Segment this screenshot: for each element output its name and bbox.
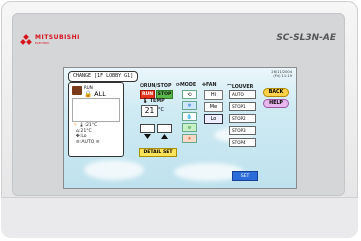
up-arrow-icon [161, 134, 168, 139]
help-button[interactable]: HELP [263, 99, 289, 108]
date-time: 26/11/2004 (Fri) 11:19 [271, 70, 292, 78]
louver-row: ≋:AUTO ≋ [73, 139, 100, 145]
wind-icon: ≋ [187, 124, 192, 131]
all-units-label: 🔒 ALL [84, 90, 106, 98]
down-arrow-icon [144, 134, 151, 139]
mode-heat-button[interactable]: ☀ [182, 134, 197, 143]
temp-down-button[interactable] [140, 124, 155, 139]
auto-mode-icon: ⟲ [187, 91, 192, 98]
room-temp-value: :21°C [78, 128, 92, 134]
louver-value: :AUTO [79, 139, 95, 145]
louver-stop4-button[interactable]: STOP4 [229, 138, 256, 147]
fan-header: ✤FAN [202, 83, 217, 88]
lower-panel [1, 197, 358, 238]
brand-name: MITSUBISHI [35, 34, 80, 41]
brand-logo: MITSUBISHI ELECTRIC [20, 33, 80, 45]
snowflake-icon: ❄ [187, 102, 192, 109]
status-list: ☼ 🌡:21°C ⌂:21°C ✤:Lo ≋:AUTO ≋ [73, 123, 100, 145]
time-text: (Fri) 11:19 [273, 74, 292, 78]
detail-set-button[interactable]: DETAIL SET [139, 148, 177, 157]
mode-cool-button[interactable]: ❄ [182, 101, 197, 110]
louver-stop2-button[interactable]: STOP2 [229, 114, 256, 123]
unit-icon [72, 86, 82, 95]
fan-me-button[interactable]: Me [204, 102, 223, 112]
louver-header: ⌒LOUVER [227, 85, 254, 90]
all-text: ALL [94, 90, 106, 98]
sun-icon: ☼ [73, 123, 78, 128]
fan-value: :Lo [79, 134, 87, 140]
runstop-header: ⏻RUN/STOP [140, 84, 172, 89]
louver-stop1-button[interactable]: STOP1 [229, 102, 256, 111]
mitsubishi-logo-icon [20, 33, 32, 45]
set-temp-value: :21°C [84, 123, 98, 128]
model-number: SC-SL3N-AE [276, 33, 336, 43]
touch-screen: CHANGE [1F LOBBY G1] 26/11/2004 (Fri) 11… [63, 67, 297, 189]
mode-header: ⟳MODE [176, 83, 197, 88]
run-button[interactable]: RUN [140, 90, 155, 99]
back-button[interactable]: BACK [263, 88, 289, 97]
brand-sub: ELECTRIC [35, 41, 50, 45]
cloud-decoration [84, 160, 144, 180]
mode-dry-button[interactable]: 💧 [182, 112, 197, 121]
stop-button[interactable]: STOP [156, 90, 173, 99]
louver-stop3-button[interactable]: STOP3 [229, 126, 256, 135]
louver-auto-button[interactable]: AUTO [229, 90, 256, 99]
mode-fan-button[interactable]: ≋ [182, 123, 197, 132]
fan-lo-button[interactable]: Lo [204, 114, 223, 124]
temp-up-button[interactable] [157, 124, 172, 139]
sun-heat-icon: ☀ [187, 135, 192, 142]
set-button[interactable]: SET [232, 171, 258, 181]
droplet-icon: 💧 [186, 113, 193, 120]
temp-unit: °C [158, 107, 164, 113]
fan-hi-button[interactable]: Hi [204, 90, 223, 100]
temp-display: 21 [141, 105, 158, 117]
temp-header: 🌡 TEMP [142, 99, 165, 104]
message-area [72, 98, 120, 122]
change-group-button[interactable]: CHANGE [1F LOBBY G1] [68, 71, 139, 82]
unit-status-panel: RUN 🔒 ALL ☼ 🌡:21°C ⌂:21°C ✤:Lo ≋:AUTO ≋ [68, 82, 124, 157]
mode-auto-button[interactable]: ⟲ [182, 90, 197, 99]
